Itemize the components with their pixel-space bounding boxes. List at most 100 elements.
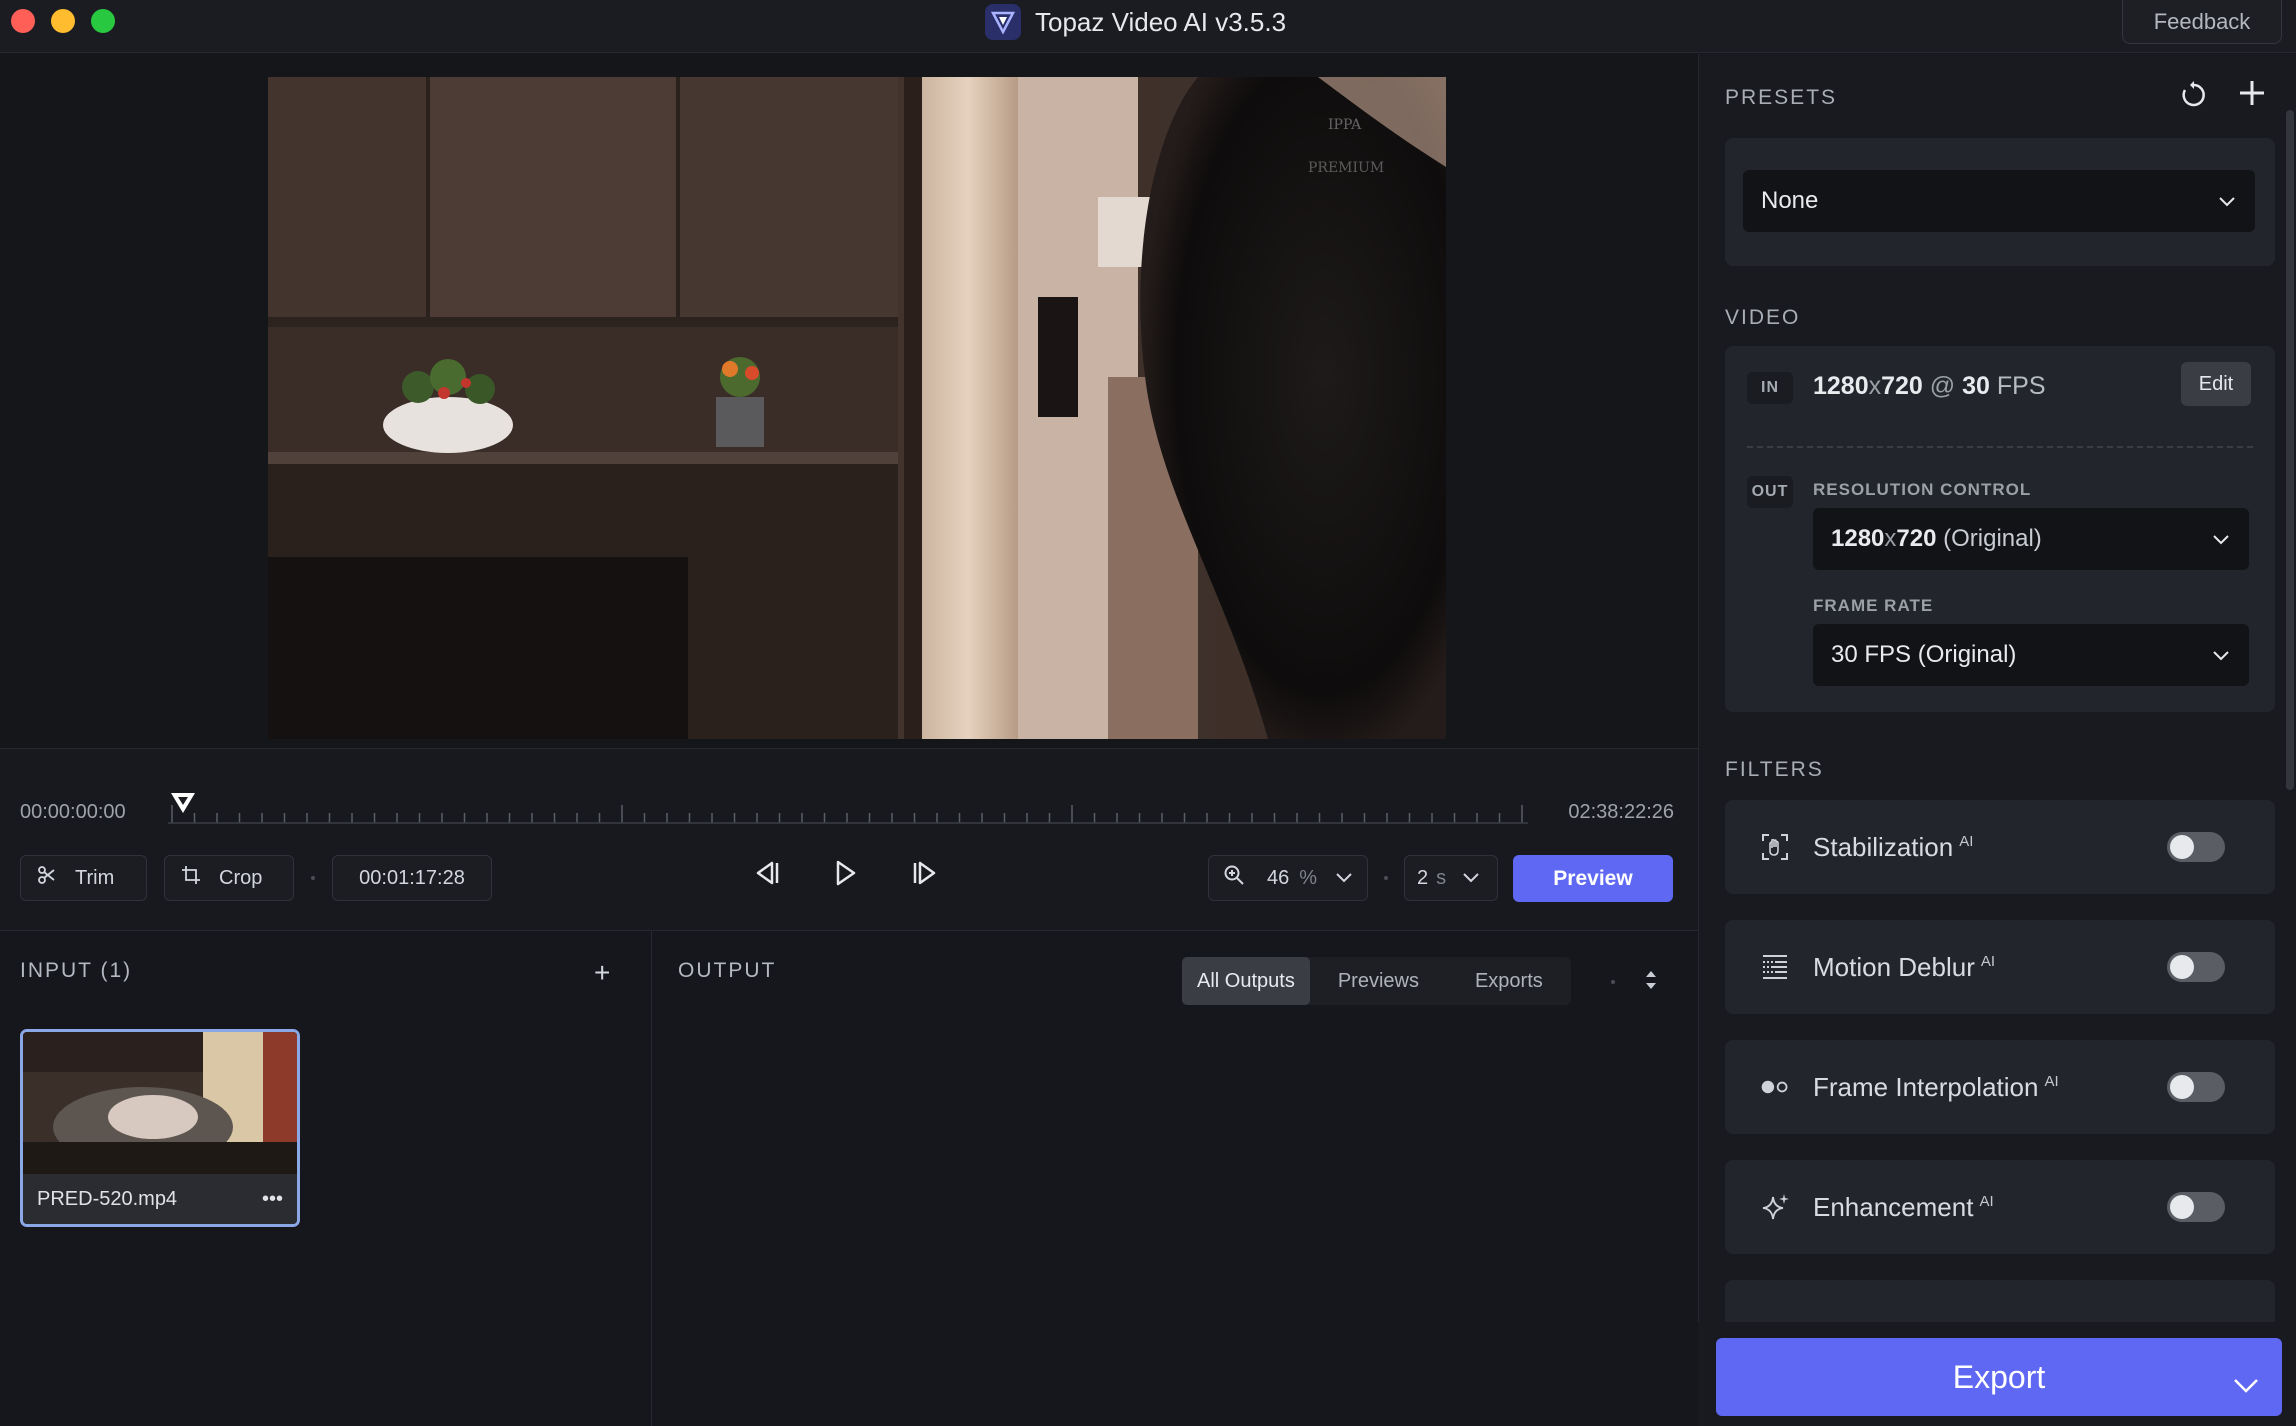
separator-dot: [1384, 876, 1388, 880]
output-panel: OUTPUT All Outputs Previews Exports: [652, 930, 1698, 1426]
input-fps-unit: FPS: [1996, 372, 2046, 400]
zoom-value: 46: [1267, 866, 1290, 889]
current-timecode: 00:01:17:28: [359, 866, 465, 889]
zoom-unit: %: [1299, 866, 1318, 889]
ai-badge: AI: [1980, 952, 1996, 970]
filter-name: Frame Interpolation: [1813, 1071, 2039, 1102]
separator-dot: [1611, 980, 1615, 984]
tab-previews[interactable]: Previews: [1310, 957, 1447, 1005]
chevron-down-icon: [1335, 867, 1353, 890]
presets-card: None: [1725, 138, 2275, 266]
tab-all-outputs[interactable]: All Outputs: [1182, 957, 1310, 1005]
add-preset-icon[interactable]: [2237, 78, 2267, 113]
chevron-down-icon[interactable]: [2232, 1366, 2260, 1403]
more-options-icon[interactable]: •••: [262, 1188, 283, 1211]
add-input-button[interactable]: +: [594, 957, 610, 989]
trim-label: Trim: [75, 866, 115, 889]
stabilization-toggle[interactable]: [2167, 832, 2225, 862]
filter-enhancement[interactable]: Enhancement AI: [1725, 1160, 2275, 1254]
motion-deblur-toggle[interactable]: [2167, 952, 2225, 982]
zoom-window-button[interactable]: [91, 9, 115, 33]
ai-badge: AI: [2044, 1072, 2059, 1090]
export-bar: Export: [1698, 1322, 2296, 1426]
preset-select[interactable]: None: [1743, 170, 2255, 232]
feedback-button[interactable]: Feedback: [2122, 0, 2282, 44]
app-title: Topaz Video AI v3.5.3: [985, 4, 1287, 40]
svg-text:IPPA: IPPA: [1328, 117, 1362, 133]
input-x: x: [1868, 372, 1882, 400]
minimize-window-button[interactable]: [51, 9, 75, 33]
ai-badge: AI: [1959, 832, 1974, 850]
tab-exports[interactable]: Exports: [1447, 957, 1571, 1005]
chevron-down-icon: [2211, 641, 2231, 669]
playhead[interactable]: [169, 791, 197, 820]
chevron-down-icon: [2217, 187, 2237, 215]
crop-button[interactable]: Crop: [164, 855, 294, 901]
svg-text:PREMIUM: PREMIUM: [1308, 160, 1384, 176]
filter-name: Motion Deblur: [1813, 951, 1975, 982]
input-panel: INPUT (1) + PRED-520.mp4 •••: [0, 930, 652, 1426]
separator-dot: [311, 876, 315, 880]
timeline-ruler[interactable]: [168, 799, 1528, 829]
app-title-text: Topaz Video AI v3.5.3: [1035, 6, 1287, 37]
current-timecode-field[interactable]: 00:01:17:28: [332, 855, 492, 901]
timeline-panel: 00:00:00:00 02:38:22:26: [0, 748, 1698, 930]
interval-value: 2: [1417, 866, 1429, 889]
sparkle-icon: [1759, 1191, 1791, 1223]
resolution-note: (Original): [1943, 525, 2042, 552]
frame-rate-select[interactable]: 30 FPS (Original): [1813, 624, 2249, 686]
crop-icon: [181, 865, 201, 891]
resolution-height: 720: [1896, 525, 1937, 552]
enhancement-toggle[interactable]: [2167, 1192, 2225, 1222]
crop-label: Crop: [219, 866, 263, 889]
filter-label: Motion Deblur AI: [1813, 952, 1995, 983]
output-title: OUTPUT: [678, 959, 777, 982]
sort-icon[interactable]: [1643, 967, 1659, 998]
filter-label: Stabilization AI: [1813, 832, 1973, 863]
frame-rate-label: FRAME RATE: [1813, 596, 1934, 615]
frame-rate-value: 30 FPS (Original): [1831, 641, 2017, 668]
input-height: 720: [1881, 372, 1923, 400]
preview-button[interactable]: Preview: [1513, 855, 1673, 902]
resolution-select[interactable]: 1280x720 (Original): [1813, 508, 2249, 570]
video-frame[interactable]: IPPA PREMIUM: [268, 77, 1446, 739]
trim-button[interactable]: Trim: [20, 855, 147, 901]
step-back-icon[interactable]: [752, 858, 782, 893]
interval-unit: s: [1436, 866, 1447, 889]
timeline-end-timecode: 02:38:22:26: [1568, 801, 1674, 823]
input-at: @: [1929, 372, 1956, 400]
settings-panel: PRESETS None VIDEO IN 1280x720 @ 30 FPS …: [1698, 54, 2296, 1426]
preset-selected: None: [1761, 187, 1819, 214]
divider: [1747, 446, 2253, 448]
resolution-control-label: RESOLUTION CONTROL: [1813, 480, 2032, 499]
title-bar: Topaz Video AI v3.5.3 Feedback: [0, 0, 2296, 53]
filter-motion-deblur[interactable]: Motion Deblur AI: [1725, 920, 2275, 1014]
edit-input-button[interactable]: Edit: [2181, 362, 2251, 406]
zoom-dropdown[interactable]: 46 %: [1208, 855, 1368, 901]
input-title: INPUT (1): [20, 959, 133, 982]
input-file-card[interactable]: PRED-520.mp4 •••: [20, 1029, 300, 1227]
resolution-value: 1280x720 (Original): [1831, 525, 2042, 553]
video-card: IN 1280x720 @ 30 FPS Edit OUT RESOLUTION…: [1725, 346, 2275, 712]
close-window-button[interactable]: [11, 9, 35, 33]
export-button[interactable]: Export: [1716, 1338, 2282, 1416]
export-label: Export: [1952, 1358, 2046, 1395]
timeline-start-timecode: 00:00:00:00: [20, 801, 126, 823]
input-width: 1280: [1813, 372, 1869, 400]
frame-interpolation-toggle[interactable]: [2167, 1072, 2225, 1102]
settings-scrollbar[interactable]: [2286, 110, 2296, 790]
interval-dropdown[interactable]: 2 s: [1404, 855, 1498, 901]
play-icon[interactable]: [830, 858, 860, 893]
filters-heading: FILTERS: [1725, 758, 1824, 781]
reset-icon[interactable]: [2179, 80, 2209, 115]
input-file-footer: PRED-520.mp4 •••: [23, 1174, 297, 1224]
ai-badge: AI: [1979, 1192, 1994, 1210]
motion-deblur-icon: [1759, 951, 1791, 983]
video-preview-area: IPPA PREMIUM: [0, 54, 1698, 748]
output-tabs: All Outputs Previews Exports: [1182, 957, 1571, 1005]
filter-stabilization[interactable]: Stabilization AI: [1725, 800, 2275, 894]
transport-controls: [752, 858, 940, 893]
in-tag: IN: [1747, 372, 1793, 404]
filter-frame-interpolation[interactable]: Frame Interpolation AI: [1725, 1040, 2275, 1134]
step-forward-icon[interactable]: [910, 858, 940, 893]
